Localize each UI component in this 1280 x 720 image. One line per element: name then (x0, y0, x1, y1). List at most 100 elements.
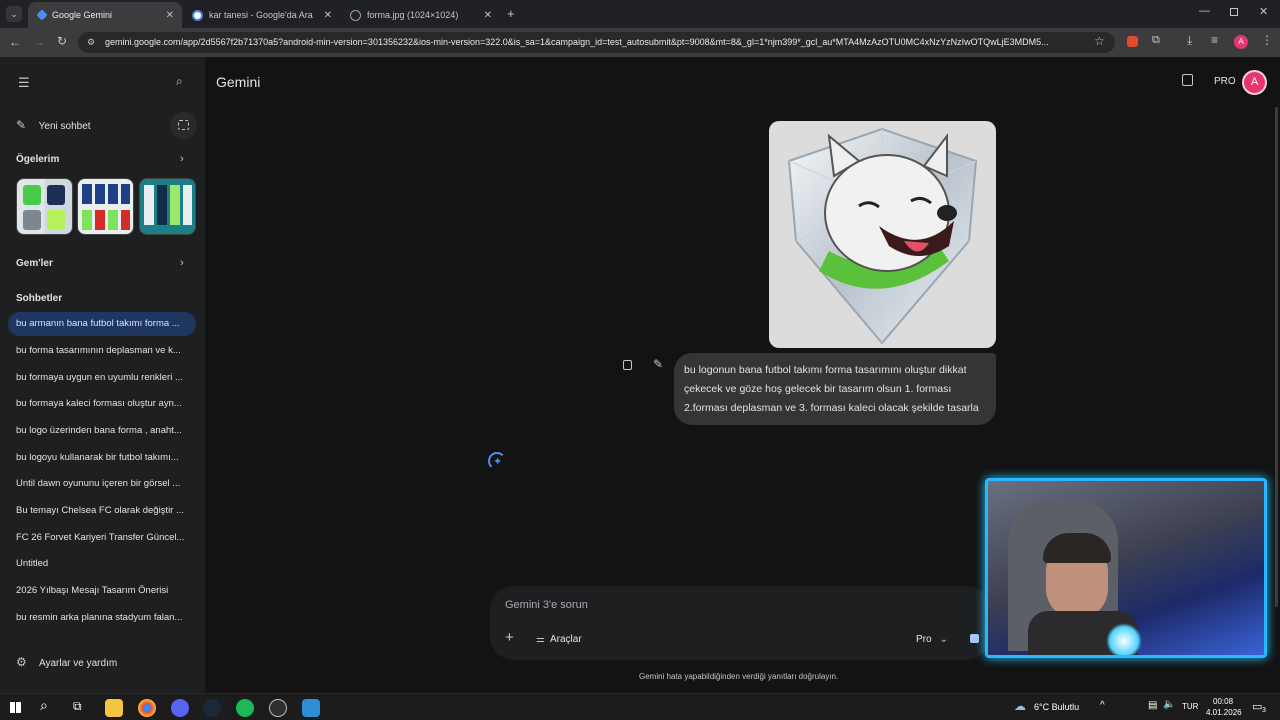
clock-time[interactable]: 00:08 (1213, 697, 1233, 706)
extensions-puzzle-icon[interactable]: ⧉ (1152, 34, 1160, 47)
chat-item[interactable]: bu resmin arka planına stadyum falan... (8, 606, 196, 630)
chevron-right-icon[interactable]: › (180, 153, 184, 165)
user-prompt-text: bu logonun bana futbol takımı forma tasa… (684, 364, 979, 414)
windows-start-icon[interactable] (10, 702, 21, 713)
discord-icon[interactable] (171, 699, 189, 717)
bookmark-star-icon[interactable]: ☆ (1094, 34, 1105, 48)
chat-item[interactable]: bu formaya uygun en uyumlu renkleri ... (8, 366, 196, 390)
minimize-icon[interactable]: — (1199, 5, 1210, 17)
tab-title: forma.jpg (1024×1024) (367, 10, 459, 20)
close-tab-icon[interactable]: ✕ (166, 10, 174, 21)
uploaded-logo-image[interactable] (769, 121, 996, 348)
weather-cloud-icon: ☁ (1014, 699, 1026, 713)
search-icon[interactable]: ⌕ (40, 697, 48, 714)
tray-chevron-icon[interactable]: ^ (1100, 700, 1105, 711)
os-taskbar: ⌕ ⧉ ☁ 6°C Bulutlu ^ ▤ 🔈 TUR 00:08 4.01.2… (0, 693, 1280, 720)
tab-search-icon[interactable]: ⌄ (6, 6, 22, 22)
tab-title: kar tanesi - Google'da Ara (209, 10, 313, 20)
share-icon[interactable] (1182, 74, 1193, 86)
language-indicator[interactable]: TUR (1182, 702, 1198, 711)
add-attachment-icon[interactable]: + (505, 629, 514, 646)
tools-sliders-icon: ⚌ (536, 634, 545, 645)
profile-avatar-small[interactable]: A (1234, 35, 1248, 49)
stop-button[interactable] (970, 634, 979, 643)
reload-icon[interactable]: ↻ (57, 34, 67, 48)
new-chat-button[interactable]: ✎ Yeni sohbet (16, 118, 91, 132)
settings-label: Ayarlar ve yardım (39, 658, 118, 669)
google-favicon-icon (192, 9, 203, 21)
chat-item[interactable]: 2026 Yılbaşı Mesajı Tasarım Önerisi (8, 579, 196, 603)
site-info-icon[interactable]: ⚙ (87, 32, 95, 53)
spotify-icon[interactable] (236, 699, 254, 717)
chat-item[interactable]: bu formaya kaleci forması oluştur ayn... (8, 392, 196, 416)
diamond-wolf-logo (787, 127, 978, 345)
forward-icon[interactable]: → (33, 35, 45, 49)
url-text: gemini.google.com/app/2d5567f2b71370a5?a… (105, 37, 1049, 47)
scrollbar-thumb[interactable] (1275, 107, 1278, 607)
close-tab-icon[interactable]: ✕ (324, 10, 332, 21)
browser-toolbar: ← → ↻ ⚙ gemini.google.com/app/2d5567f2b7… (0, 28, 1280, 57)
obs-icon[interactable] (269, 699, 287, 717)
close-window-icon[interactable]: ✕ (1259, 5, 1268, 18)
browser-tab-search[interactable]: kar tanesi - Google'da Ara ✕ (182, 2, 340, 28)
item-thumbnail-2[interactable] (77, 178, 134, 235)
chat-item[interactable]: Untitled (8, 552, 196, 576)
gemini-star-icon: ✦ (493, 456, 503, 468)
notification-icon[interactable]: ▭ (1252, 700, 1262, 713)
chevron-right-icon[interactable]: › (180, 257, 184, 269)
back-icon[interactable]: ← (9, 35, 21, 49)
new-chat-label: Yeni sohbet (38, 121, 91, 132)
weather-text[interactable]: 6°C Bulutlu (1034, 702, 1079, 712)
settings-help-button[interactable]: ⚙ Ayarlar ve yardım (16, 655, 117, 669)
prompt-input[interactable]: Gemini 3'e sorun (505, 599, 588, 611)
close-tab-icon[interactable]: ✕ (484, 10, 492, 21)
download-icon[interactable]: ⤓ (1187, 33, 1192, 48)
task-view-icon[interactable]: ⧉ (73, 699, 82, 714)
chat-item[interactable]: bu logo üzerinden bana forma , anaht... (8, 419, 196, 443)
webcam-overlay (985, 478, 1267, 658)
new-tab-icon[interactable]: + (507, 6, 515, 21)
restore-icon[interactable] (1230, 8, 1238, 16)
prompt-composer: Gemini 3'e sorun + ⚌ Araçlar Pro ⌄ (490, 586, 990, 660)
search-icon[interactable]: ⌕ (176, 74, 183, 89)
chat-item[interactable]: bu forma tasarımının deplasman ve k... (8, 339, 196, 363)
steam-icon[interactable] (203, 699, 221, 717)
page-title: Gemini (216, 74, 261, 90)
browser-tab-gemini[interactable]: Google Gemini ✕ (28, 2, 182, 28)
paint-icon[interactable] (302, 699, 320, 717)
edit-pencil-icon: ✎ (16, 118, 27, 132)
tools-button[interactable]: ⚌ Araçlar (536, 634, 582, 645)
avatar[interactable]: A (1242, 70, 1267, 95)
sidebar: ☰ ⌕ ✎ Yeni sohbet Ögelerim › Gem'ler › S… (0, 57, 205, 693)
gems-header[interactable]: Gem'ler (16, 258, 53, 269)
volume-icon[interactable]: 🔈 (1163, 699, 1175, 710)
hamburger-menu-icon[interactable]: ☰ (18, 75, 30, 91)
copy-icon[interactable] (623, 360, 632, 370)
chat-item[interactable]: bu logoyu kullanarak bir futbol takımı..… (8, 446, 196, 470)
chat-item[interactable]: FC 26 Forvet Kariyeri Transfer Güncel... (8, 526, 196, 550)
file-explorer-icon[interactable] (105, 699, 123, 717)
item-thumbnail-3[interactable] (139, 178, 196, 235)
edit-prompt-icon[interactable]: ✎ (653, 357, 663, 371)
pro-badge: PRO (1214, 76, 1236, 87)
gemini-favicon-icon (36, 9, 48, 21)
clock-date[interactable]: 4.01.2026 (1206, 708, 1242, 717)
browser-tab-strip: ⌄ Google Gemini ✕ kar tanesi - Google'da… (0, 0, 1280, 28)
temporary-chat-icon[interactable] (170, 112, 197, 139)
chat-item[interactable]: Until dawn oyununu içeren bir görsel ... (8, 472, 196, 496)
user-prompt-bubble: bu logonun bana futbol takımı forma tasa… (674, 353, 996, 425)
chat-item[interactable]: Bu temayı Chelsea FC olarak değiştir ... (8, 499, 196, 523)
tab-title: Google Gemini (52, 10, 113, 20)
address-bar[interactable]: ⚙ gemini.google.com/app/2d5567f2b71370a5… (78, 32, 1115, 53)
browser-tab-image[interactable]: forma.jpg (1024×1024) ✕ (340, 2, 500, 28)
chrome-icon[interactable] (138, 699, 156, 717)
extension-red-icon[interactable] (1127, 36, 1138, 47)
reading-list-icon[interactable]: ≡ (1211, 33, 1218, 47)
item-thumbnail-1[interactable] (16, 178, 73, 235)
my-items-header[interactable]: Ögelerim (16, 154, 59, 165)
chat-item[interactable]: bu armanın bana futbol takımı forma ... (8, 312, 196, 336)
network-icon[interactable]: ▤ (1148, 700, 1157, 711)
model-selector[interactable]: Pro ⌄ (916, 634, 948, 645)
notification-badge: 3 (1262, 707, 1266, 714)
browser-menu-icon[interactable]: ⋮ (1261, 33, 1273, 47)
